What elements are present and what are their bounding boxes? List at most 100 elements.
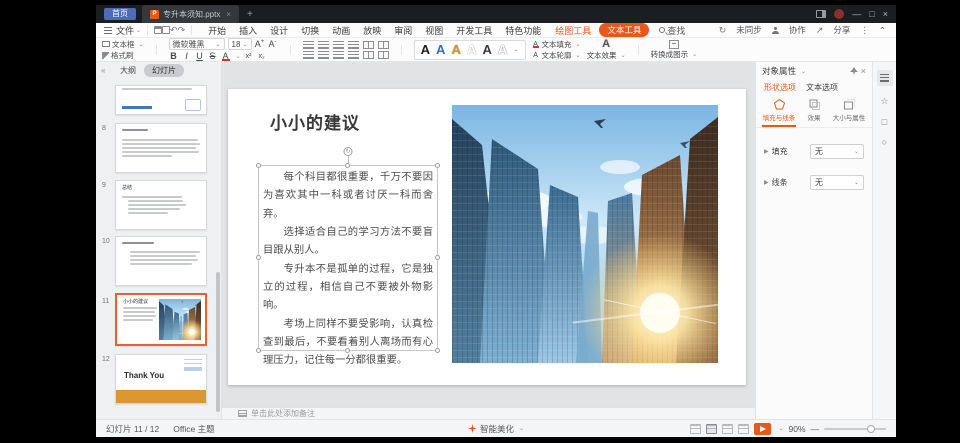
tab-review[interactable]: 审阅 (394, 24, 412, 37)
selected-textbox[interactable]: ↻ 每个科目都很重要，千万不要因为喜欢其中一科或者讨厌一科而舍弃。 选择适合自己… (258, 165, 438, 351)
close-button[interactable]: × (883, 9, 888, 19)
resize-handle-se[interactable] (435, 348, 440, 353)
decrease-font-button[interactable]: A- (268, 39, 278, 49)
more-menu-icon[interactable]: ⋮ (860, 25, 869, 36)
resize-handle-n[interactable] (345, 163, 350, 168)
font-color-button[interactable]: A (221, 51, 231, 61)
tab-design[interactable]: 设计 (270, 24, 288, 37)
slide-photo[interactable] (452, 105, 718, 363)
layout-toggle-icon[interactable] (816, 10, 826, 18)
resize-handle-w[interactable] (256, 255, 261, 260)
tab-transition[interactable]: 切换 (301, 24, 319, 37)
zoom-slider[interactable] (824, 428, 886, 430)
beautify-button[interactable]: 智能美化 ⌄ (468, 423, 524, 435)
tab-animation[interactable]: 动画 (332, 24, 350, 37)
slide-thumbnail-8[interactable] (115, 123, 207, 173)
bold-button[interactable]: B (169, 51, 179, 61)
columns-icon[interactable] (363, 51, 374, 59)
notes-view-icon[interactable] (722, 424, 733, 434)
print-icon[interactable] (162, 26, 170, 34)
superscript-button[interactable]: x² (244, 53, 254, 60)
strikethrough-button[interactable]: S (208, 51, 218, 61)
effect-subtab[interactable]: 效果 (797, 99, 831, 127)
font-size-select[interactable]: 18⌄ (228, 38, 252, 50)
tab-features[interactable]: 特色功能 (505, 24, 541, 37)
tab-draw-tools[interactable]: 绘图工具 (555, 24, 591, 37)
text-options-tab[interactable]: 文本选项 (806, 82, 838, 93)
wordart-style-4[interactable]: A (467, 43, 476, 56)
zoom-slider-knob[interactable] (867, 425, 875, 433)
wordart-style-2[interactable]: A (436, 43, 445, 56)
collaborate-button[interactable]: 协作 (789, 24, 806, 36)
zoom-out-button[interactable]: — (811, 424, 820, 434)
outline-tab[interactable]: 大纲 (120, 65, 136, 76)
indent-icon[interactable] (348, 41, 359, 49)
wordart-more-icon[interactable]: ⌄ (513, 46, 518, 53)
resize-handle-e[interactable] (435, 255, 440, 260)
slide-thumbnail-7-partial[interactable] (115, 85, 207, 115)
convert-diagram-button[interactable]: 转换成图示⌄ (651, 40, 698, 59)
zoom-level[interactable]: 90% (788, 424, 805, 434)
tab-home[interactable]: 开始 (208, 24, 226, 37)
tab-slideshow[interactable]: 放映 (363, 24, 381, 37)
slide-sorter-view-icon[interactable] (706, 424, 717, 434)
redo-icon[interactable]: ↷ (178, 25, 186, 36)
numbering-icon[interactable] (318, 41, 329, 49)
file-menu[interactable]: 文件 (116, 24, 134, 37)
italic-button[interactable]: I (182, 51, 192, 61)
current-slide[interactable]: 小小的建议 ↻ 每个科目都很重要，千万不要因为喜欢其中一科或者讨 (228, 89, 746, 385)
size-props-subtab[interactable]: 大小与属性 (832, 99, 866, 127)
pin-icon[interactable] (850, 67, 858, 75)
bullets-icon[interactable] (303, 41, 314, 49)
home-tab[interactable]: 首页 (104, 8, 136, 20)
sync-status[interactable]: 未同步 (736, 24, 762, 36)
favorites-icon[interactable]: ☆ (880, 96, 888, 107)
justify-icon[interactable] (348, 51, 359, 59)
share-button[interactable]: 分享 (833, 24, 850, 36)
reading-view-icon[interactable] (738, 424, 749, 434)
fill-select[interactable]: 无 ⌄ (810, 144, 864, 159)
collapse-ribbon-icon[interactable]: ⌃ (879, 25, 886, 36)
theme-name[interactable]: Office 主题 (173, 423, 214, 435)
collapse-panel-icon[interactable]: « (101, 66, 105, 75)
hamburger-icon[interactable] (104, 27, 112, 34)
tab-view[interactable]: 视图 (425, 24, 443, 37)
resize-handle-sw[interactable] (256, 348, 261, 353)
resize-handle-nw[interactable] (256, 163, 261, 168)
minimize-button[interactable]: — (852, 9, 861, 19)
tab-text-tools-active[interactable]: 文本工具 (599, 23, 649, 37)
document-tab[interactable]: P 专升本须知.pptx × (142, 5, 239, 23)
rotate-handle[interactable]: ↻ (344, 147, 353, 156)
normal-view-icon[interactable] (690, 424, 701, 434)
undo-icon[interactable]: ↶ (170, 25, 178, 36)
shape-options-tab[interactable]: 形状选项 (764, 82, 796, 93)
align-center-icon[interactable] (318, 51, 329, 59)
text-fill-button[interactable]: A 文本填充⌄ (532, 40, 581, 49)
panel-scrollbar[interactable] (216, 272, 220, 412)
textbox-button[interactable]: 文本框 ⌄ (102, 40, 144, 49)
fill-line-subtab[interactable]: 填充与线条 (762, 99, 796, 127)
text-effect-button[interactable]: A 文本效果⌄ (587, 39, 626, 60)
slide-title[interactable]: 小小的建议 (270, 109, 360, 134)
tab-insert[interactable]: 插入 (239, 24, 257, 37)
subscript-button[interactable]: x₂ (257, 53, 267, 60)
resize-handle-s[interactable] (345, 348, 350, 353)
slide-thumbnail-10[interactable] (115, 236, 207, 286)
align-objects-icon[interactable] (378, 51, 389, 59)
line-select[interactable]: 无 ⌄ (810, 175, 864, 190)
format-painter-button[interactable]: 格式刷 (102, 51, 144, 60)
find-button[interactable]: 查找 (659, 24, 685, 37)
align-right-icon[interactable] (333, 51, 344, 59)
font-name-select[interactable]: 微软雅黑⌄ (169, 38, 225, 50)
wordart-style-5[interactable]: A (482, 43, 491, 56)
slideshow-play-button[interactable] (754, 423, 771, 435)
new-tab-button[interactable]: + (247, 9, 253, 20)
increase-font-button[interactable]: A+ (255, 39, 265, 49)
save-icon[interactable] (154, 26, 162, 34)
slide-thumbnail-11-selected[interactable]: 小小的建议 (115, 293, 207, 346)
close-panel-icon[interactable]: × (861, 66, 866, 76)
wordart-style-3[interactable]: A (452, 43, 461, 56)
properties-strip-button-active[interactable] (877, 70, 893, 86)
shapes-icon[interactable]: □ (882, 117, 887, 127)
expand-icon[interactable]: ▶ (764, 148, 769, 155)
